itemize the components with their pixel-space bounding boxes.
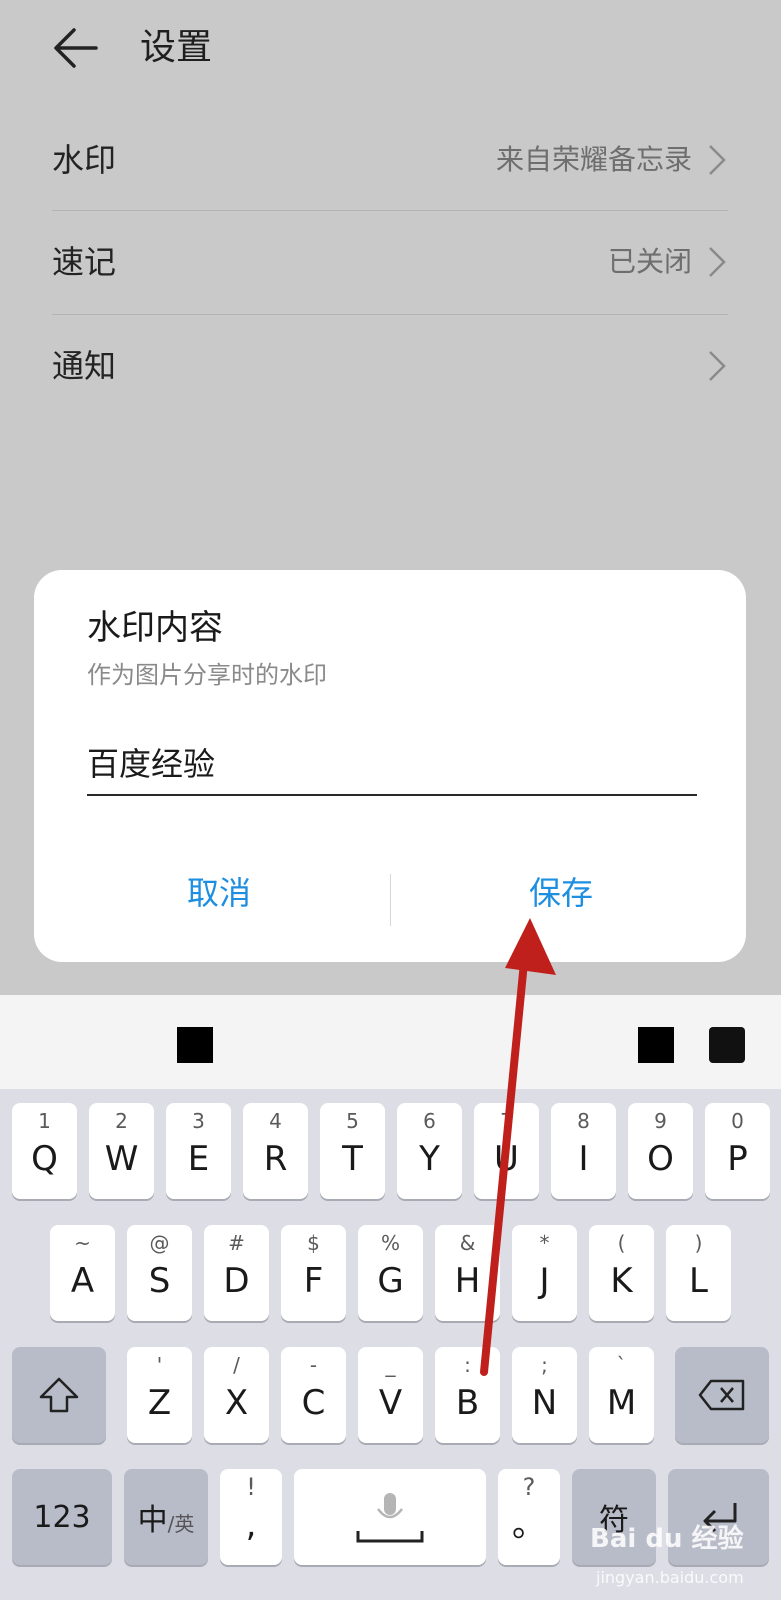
page-title: 设置: [140, 27, 213, 68]
watermark-dialog: 水印内容 作为图片分享时的水印 取消 保存: [34, 570, 746, 962]
key-z[interactable]: ' Z: [127, 1347, 192, 1443]
key-x[interactable]: / X: [204, 1347, 269, 1443]
watermark-url: jingyan.baidu.com: [596, 1568, 744, 1587]
key-t[interactable]: 5T: [320, 1103, 385, 1199]
key-o[interactable]: 9O: [628, 1103, 693, 1199]
row-label: 通知: [52, 347, 117, 385]
dialog-title: 水印内容: [87, 608, 223, 648]
key-y[interactable]: 6Y: [397, 1103, 462, 1199]
chevron-right-icon: [709, 351, 726, 381]
divider: [52, 210, 728, 211]
cancel-button[interactable]: 取消: [54, 860, 384, 926]
button-separator: [390, 874, 391, 926]
microphone-icon: [356, 1493, 424, 1543]
row-label: 水印: [52, 141, 117, 179]
key-u[interactable]: 7U: [474, 1103, 539, 1199]
key-i[interactable]: 8I: [551, 1103, 616, 1199]
shift-key[interactable]: [12, 1347, 106, 1443]
key-v[interactable]: _ V: [358, 1347, 423, 1443]
key-l[interactable]: ) L: [666, 1225, 731, 1321]
period-key[interactable]: ?。: [498, 1469, 560, 1565]
key-e[interactable]: 3E: [166, 1103, 231, 1199]
back-arrow-icon[interactable]: [50, 22, 102, 74]
key-w[interactable]: 2W: [89, 1103, 154, 1199]
key-s[interactable]: @ S: [127, 1225, 192, 1321]
key-b[interactable]: :B: [435, 1347, 500, 1443]
row-value: 来自荣耀备忘录: [495, 143, 692, 176]
watermark-text-input[interactable]: [87, 730, 697, 796]
save-button[interactable]: 保存: [396, 860, 726, 926]
divider: [52, 314, 728, 315]
dialog-subtitle: 作为图片分享时的水印: [87, 661, 327, 689]
space-key[interactable]: [294, 1469, 486, 1565]
key-m[interactable]: ` M: [589, 1347, 654, 1443]
candidate-block[interactable]: [638, 1027, 674, 1063]
key-g[interactable]: % G: [358, 1225, 423, 1321]
key-r[interactable]: 4R: [243, 1103, 308, 1199]
chevron-right-icon: [709, 145, 726, 175]
key-h[interactable]: & H: [435, 1225, 500, 1321]
key-p[interactable]: 0P: [705, 1103, 770, 1199]
backspace-icon: [698, 1379, 745, 1411]
comma-key[interactable]: !,: [220, 1469, 282, 1565]
watermark-logo: Bai du 经验: [590, 1524, 744, 1554]
key-k[interactable]: (K: [589, 1225, 654, 1321]
language-switch-key[interactable]: 中/英: [124, 1469, 208, 1565]
key-n[interactable]: ; N: [512, 1347, 577, 1443]
key-f[interactable]: $ F: [281, 1225, 346, 1321]
key-q[interactable]: 1Q: [12, 1103, 77, 1199]
shift-arrow-icon: [39, 1377, 79, 1413]
numbers-key[interactable]: 123: [12, 1469, 112, 1565]
settings-row-watermark[interactable]: 水印 来自荣耀备忘录: [52, 110, 728, 210]
key-a[interactable]: ~ A: [50, 1225, 115, 1321]
chevron-right-icon: [709, 247, 726, 277]
key-d[interactable]: # D: [204, 1225, 269, 1321]
backspace-key[interactable]: [675, 1347, 769, 1443]
settings-row-notifications[interactable]: 通知: [52, 316, 728, 416]
settings-row-quick-note[interactable]: 速记 已关闭: [52, 212, 728, 312]
row-value: 已关闭: [607, 245, 692, 278]
key-j[interactable]: * J: [512, 1225, 577, 1321]
candidate-block[interactable]: [177, 1027, 213, 1063]
row-label: 速记: [52, 243, 117, 281]
candidate-block[interactable]: [709, 1027, 745, 1063]
keyboard-suggestion-bar: [0, 995, 781, 1089]
key-c[interactable]: -C: [281, 1347, 346, 1443]
